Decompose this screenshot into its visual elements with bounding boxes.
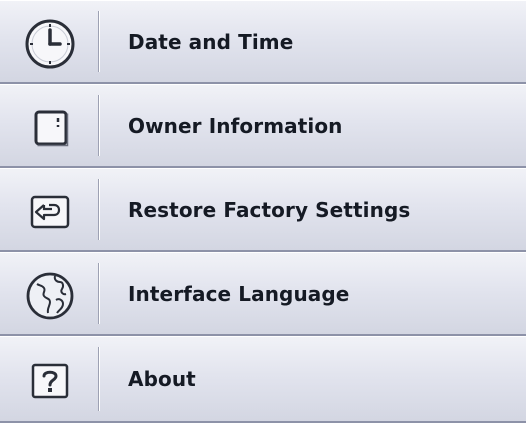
settings-menu: Date and Time Owner Information Restore … — [0, 0, 526, 423]
menu-item-restore-factory-settings[interactable]: Restore Factory Settings — [0, 168, 526, 252]
icon-cell — [0, 337, 98, 421]
icon-cell — [0, 85, 98, 166]
menu-item-label: About — [128, 367, 196, 391]
document-icon — [34, 110, 69, 146]
menu-item-about[interactable]: About — [0, 336, 526, 423]
icon-cell — [0, 169, 98, 250]
globe-icon — [26, 272, 74, 319]
restore-icon — [30, 195, 70, 228]
menu-item-owner-information[interactable]: Owner Information — [0, 84, 526, 168]
separator — [98, 11, 100, 72]
menu-item-label: Date and Time — [128, 29, 294, 54]
separator — [98, 95, 100, 156]
menu-item-label: Restore Factory Settings — [128, 197, 411, 222]
clock-icon — [25, 19, 75, 68]
icon-cell — [0, 1, 98, 82]
menu-item-label: Owner Information — [128, 113, 343, 138]
separator — [98, 179, 100, 240]
menu-item-date-and-time[interactable]: Date and Time — [0, 0, 526, 84]
menu-item-interface-language[interactable]: Interface Language — [0, 252, 526, 336]
icon-cell — [0, 253, 98, 334]
separator — [98, 347, 100, 411]
question-icon — [31, 363, 69, 399]
menu-item-label: Interface Language — [128, 281, 350, 306]
separator — [98, 263, 100, 324]
